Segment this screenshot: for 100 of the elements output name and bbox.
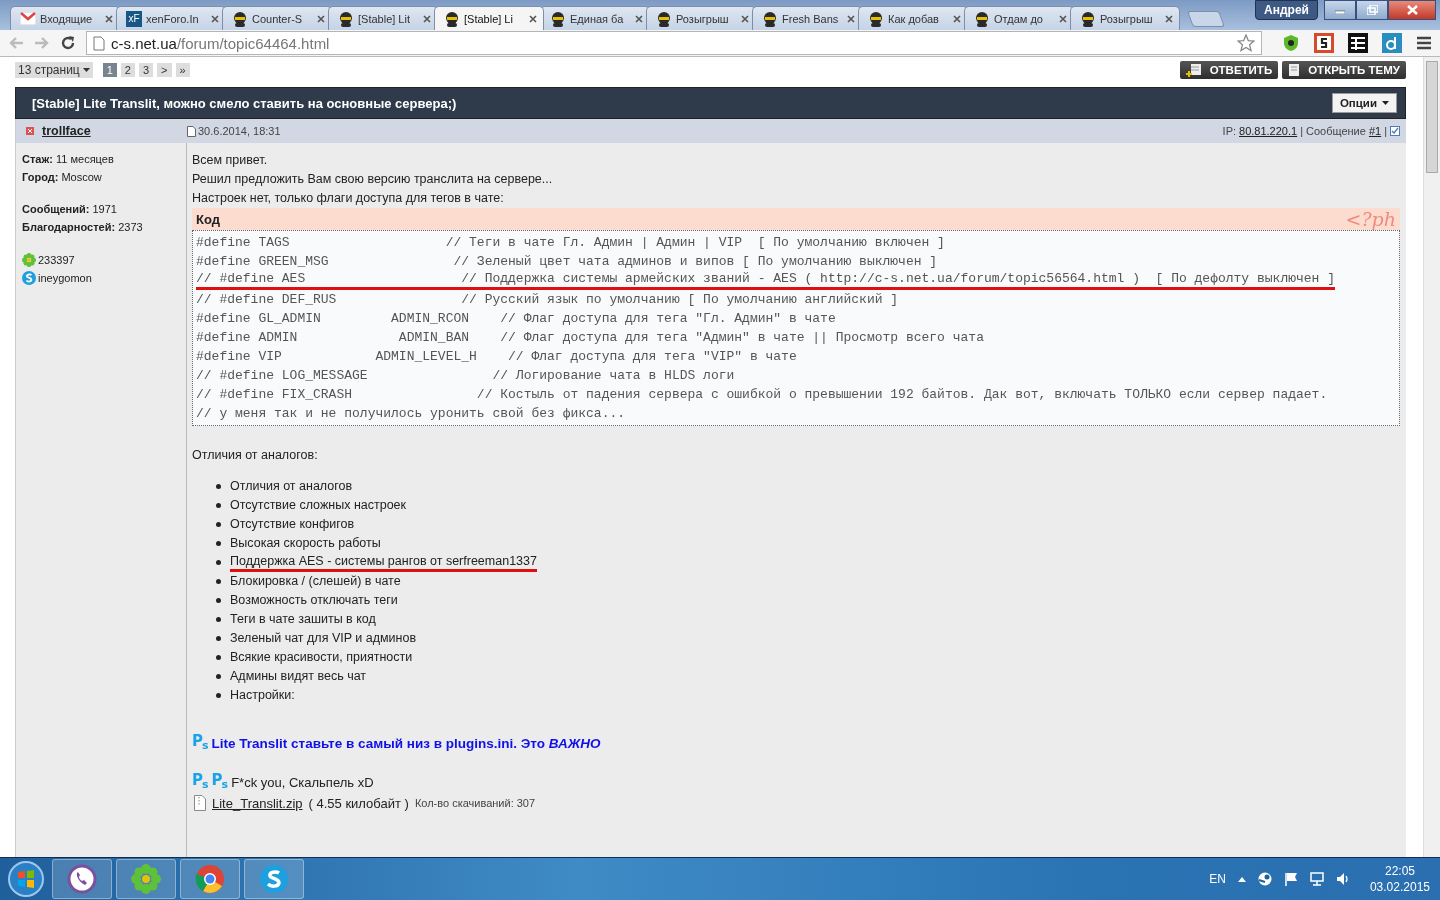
options-button[interactable]: Опции	[1331, 93, 1397, 113]
close-icon[interactable]	[1165, 14, 1173, 23]
browser-tab[interactable]: [Stable] Li	[434, 6, 544, 30]
list-item: Админы видят весь чат	[230, 668, 367, 685]
bullet-icon	[216, 598, 221, 603]
ninja-icon	[338, 10, 354, 27]
ninja-icon	[656, 10, 672, 27]
close-icon[interactable]	[211, 14, 219, 23]
checkbox-icon[interactable]	[1390, 126, 1400, 136]
emoticon: P$_{s}$	[192, 733, 208, 754]
close-icon[interactable]	[1059, 14, 1067, 23]
page-icon	[93, 35, 105, 51]
grid-extension-icon[interactable]	[1348, 33, 1368, 53]
close-icon[interactable]	[741, 14, 749, 23]
caret-icon	[1382, 101, 1389, 105]
offline-status-icon	[26, 127, 34, 135]
emoticon: P$_{s}$	[192, 772, 208, 793]
post-icon	[187, 125, 196, 137]
url-text: c-s.net.ua/forum/topic64464.html	[111, 34, 331, 52]
minimize-button[interactable]	[1324, 0, 1356, 20]
list-item: Теги в чате зашиты в код	[230, 611, 376, 628]
shield-extension-icon[interactable]	[1282, 34, 1300, 52]
close-button[interactable]	[1388, 0, 1436, 20]
restore-button[interactable]	[1356, 0, 1388, 20]
s-extension-icon[interactable]	[1314, 33, 1334, 53]
attachment-link[interactable]: Lite_Translit.zip	[212, 795, 303, 811]
meta-link[interactable]: 80.81.220.1	[1239, 125, 1298, 137]
code-line: // #define LOG_MESSAGE // Логирование чата в HLDS логи	[196, 367, 735, 385]
bullet-icon	[216, 655, 221, 660]
ninja-icon	[762, 10, 778, 27]
zip-file-icon	[194, 795, 206, 811]
ninja-icon	[1080, 10, 1096, 27]
close-icon[interactable]	[635, 14, 643, 23]
bullet-icon	[216, 541, 221, 546]
code-line: // у меня так и не получилось уронить свой без фикса...	[196, 405, 626, 423]
code-language: <?ph	[1345, 208, 1396, 230]
scrollbar[interactable]	[1423, 57, 1440, 857]
chrome-icon	[195, 864, 225, 894]
bullet-icon	[216, 693, 221, 698]
author-link[interactable]: trollface	[42, 124, 91, 138]
document-icon	[1288, 63, 1301, 77]
page-link[interactable]: 3	[139, 63, 154, 77]
close-icon[interactable]	[317, 14, 325, 23]
ninja-icon	[444, 10, 460, 27]
list-item: Настройки:	[230, 687, 295, 704]
list-item: Отсутствие конфигов	[230, 516, 355, 533]
new-topic-button[interactable]: ОТКРЫТЬ ТЕМУ	[1282, 61, 1406, 79]
code-line: #define VIP ADMIN_LEVEL_H // Флаг доступа для тега "VIP" в чате	[196, 348, 797, 366]
flag-icon[interactable]	[1283, 872, 1298, 886]
browser-tab[interactable]: Розыгрыш	[1070, 6, 1180, 30]
code-line: // #define FIX_CRASH // Костыль от падения сервера с ошибкой о превышении 192 байтов. Дак вот, включать ТОЛЬКО если сервер падает.	[196, 386, 1328, 404]
close-icon	[1406, 5, 1418, 15]
bullet-icon	[216, 522, 221, 527]
mail-icon	[20, 12, 36, 25]
taskbar-button[interactable]	[244, 859, 304, 899]
start-button[interactable]	[7, 860, 45, 898]
post-date: 30.6.2014, 18:31	[198, 125, 281, 137]
code-title: Код	[196, 211, 220, 227]
bullet-icon	[216, 636, 221, 641]
post-text: Отличия от аналогов:	[192, 447, 319, 464]
reply-button[interactable]: ОТВЕТИТЬ	[1179, 61, 1279, 79]
list-item: Высокая скорость работы	[230, 535, 381, 552]
close-icon[interactable]	[847, 14, 855, 23]
page-link[interactable]: >	[157, 63, 172, 77]
menu-icon[interactable]	[1416, 36, 1432, 50]
address-bar[interactable]: c-s.net.ua/forum/topic64464.html	[86, 31, 1262, 55]
star-icon[interactable]	[1237, 34, 1255, 52]
taskbar-button[interactable]	[180, 859, 240, 899]
close-icon[interactable]	[423, 14, 431, 23]
close-icon[interactable]	[953, 14, 961, 23]
post-text: Решил предложить Вам свою версию транслита на сервере...	[192, 171, 554, 188]
list-item: Возможность отключать теги	[230, 592, 398, 609]
code-line: // #define AES // Поддержка системы армейских званий - AES ( http://c-s.net.ua/forum/topic56564.html ) [ По дефолту выключен ]	[196, 271, 1335, 290]
page-link[interactable]: »	[175, 63, 190, 77]
d-extension-icon[interactable]	[1382, 33, 1402, 53]
download-count: Кол-во скачиваний: 307	[414, 797, 536, 809]
network-icon[interactable]	[1309, 872, 1324, 886]
ninja-icon	[974, 10, 990, 27]
emoticon: P$_{s}$	[211, 772, 228, 793]
close-icon[interactable]	[105, 14, 113, 23]
profile-field: Стаж: 11 месяцев	[22, 153, 180, 165]
taskbar-button[interactable]	[52, 859, 112, 899]
pages-dropdown[interactable]: 13 страниц	[15, 62, 93, 78]
reload-icon[interactable]	[60, 35, 76, 51]
user-badge[interactable]: Андрей	[1255, 0, 1318, 20]
meta-link[interactable]: #1	[1368, 125, 1382, 137]
notice-text: Lite Translit ставьте в самый низ в plugins.ini. Это ВАЖНО	[211, 736, 601, 751]
close-icon[interactable]	[529, 14, 537, 23]
list-item: Поддержка AES - системы рангов от serfreeman1337	[230, 553, 537, 572]
clock[interactable]: 22:05 03.02.2015	[1369, 863, 1430, 895]
list-item: Всякие красивости, приятности	[230, 649, 413, 666]
separator: |	[1384, 125, 1387, 137]
page-link[interactable]: 1	[102, 63, 117, 77]
speaker-icon[interactable]	[1335, 872, 1350, 886]
language-indicator[interactable]: EN	[1209, 872, 1226, 886]
page-link[interactable]: 2	[120, 63, 135, 77]
steam-icon[interactable]	[1257, 872, 1272, 886]
separator: |	[1300, 125, 1303, 137]
up-arrow-icon[interactable]	[1237, 876, 1246, 882]
scrollbar-thumb[interactable]	[1426, 61, 1438, 173]
